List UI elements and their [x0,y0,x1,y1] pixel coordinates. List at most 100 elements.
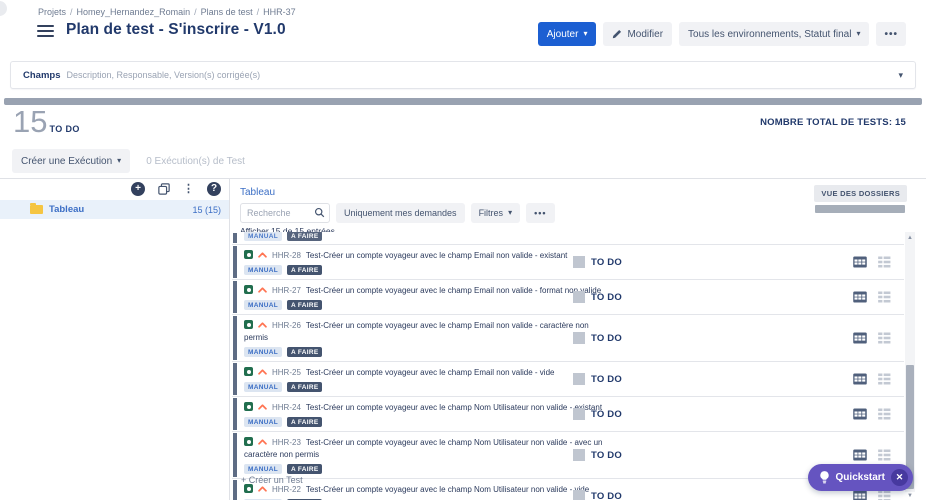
dataset-table-icon[interactable] [853,333,867,344]
list-view-icon[interactable] [878,374,891,385]
status-square-icon [573,256,585,268]
table-row-partial[interactable]: MANUALA FAIRE [232,232,904,245]
environments-filter-label: Tous les environnements, Statut final [688,29,851,40]
vertical-scrollbar[interactable]: ▲ ▼ [905,232,915,492]
row-text: HHR-22Test-Créer un compte voyageur avec… [244,484,609,496]
row-status: TO DO [573,408,622,420]
row-status-label: TO DO [591,450,622,461]
row-status-label: TO DO [591,374,622,385]
sidebar-item-tableau[interactable]: Tableau 15 (15) [0,200,229,219]
dataset-table-icon[interactable] [853,450,867,461]
environments-filter-button[interactable]: Tous les environnements, Statut final ▾ [679,22,869,46]
row-key: HHR-26 [272,321,301,330]
sidebar-more-button[interactable]: ⋮ [183,184,194,195]
priority-medium-icon [258,486,267,492]
breadcrumb-item[interactable]: Plans de test [201,7,253,17]
table-toolbar: Uniquement mes demandes Filtres ▾ ••• [240,203,555,223]
table-row[interactable]: HHR-25Test-Créer un compte voyageur avec… [232,362,904,397]
create-execution-button[interactable]: Créer une Exécution ▾ [12,149,130,173]
sidebar-toolbar: + ⋮ ? [131,182,221,196]
table-row[interactable]: HHR-23Test-Créer un compte voyageur avec… [232,432,904,479]
table-row[interactable]: HHR-28 Test-Créer un compte voyageur avec… [232,245,904,280]
breadcrumb-item[interactable]: Homey_Hernandez_Romain [77,7,191,17]
list-view-icon[interactable] [878,409,891,420]
row-badges: MANUALA FAIRE [244,300,784,310]
table-row[interactable]: HHR-27Test-Créer un compte voyageur avec… [232,280,904,315]
list-view-icon[interactable] [878,491,891,500]
executions-count: 0 Exécution(s) de Test [146,156,245,167]
chevron-down-icon: ▾ [117,157,121,165]
panel-title-link[interactable]: Tableau [240,187,275,198]
folder-label: Tableau [49,204,84,215]
question-icon: ? [207,182,221,196]
badge-manual: MANUAL [244,265,282,275]
menu-icon[interactable] [37,25,54,38]
row-key: HHR-25 [272,368,301,377]
row-key: HHR-23 [272,438,301,447]
chevron-down-icon: ▾ [583,30,587,38]
list-view-icon[interactable] [878,257,891,268]
row-title: Test-Créer un compte voyageur avec le ch… [306,251,567,260]
list-view-icon[interactable] [878,450,891,461]
breadcrumb-separator: / [257,7,260,17]
row-title: Test-Créer un compte voyageur avec le ch… [306,403,602,412]
table-row[interactable]: HHR-22Test-Créer un compte voyageur avec… [232,479,904,500]
todo-count-number: 15 [13,106,47,137]
badge-a-faire: A FAIRE [287,300,323,310]
dataset-table-icon[interactable] [853,491,867,500]
list-view-icon[interactable] [878,292,891,303]
badge-manual: MANUAL [244,382,282,392]
dataset-table-icon[interactable] [853,292,867,303]
badge-a-faire: A FAIRE [287,382,323,392]
dataset-table-icon[interactable] [853,409,867,420]
dataset-table-icon[interactable] [853,257,867,268]
dataset-table-icon[interactable] [853,374,867,385]
row-actions [853,333,891,344]
priority-medium-icon [258,322,267,328]
modifier-button[interactable]: Modifier [603,22,672,46]
row-badges: MANUALA FAIRE [244,265,784,275]
row-title: Test-Créer un compte voyageur avec le ch… [306,286,601,295]
quickstart-button[interactable]: Quickstart ✕ [808,464,913,491]
tests-panel: Tableau VUE DES DOSSIERS Uniquement mes … [231,179,926,500]
row-text: HHR-25Test-Créer un compte voyageur avec… [244,367,609,379]
status-square-icon [573,373,585,385]
filters-button[interactable]: Filtres ▾ [471,203,521,223]
champs-panel[interactable]: Champs Description, Responsable, Version… [10,61,916,89]
breadcrumb-item[interactable]: Projets [38,7,66,17]
add-folder-button[interactable]: + [131,182,145,196]
table-more-button[interactable]: ••• [526,203,554,223]
help-button[interactable]: ? [207,182,221,196]
quickstart-close-button[interactable]: ✕ [891,469,908,486]
badge-manual: MANUAL [244,232,282,241]
quickstart-label: Quickstart [836,472,885,483]
header-more-button[interactable]: ••• [876,22,906,46]
list-view-icon[interactable] [878,333,891,344]
todo-count-status: TO DO [49,124,79,134]
badge-a-faire: A FAIRE [287,464,323,474]
table-row[interactable]: HHR-24Test-Créer un compte voyageur avec… [232,397,904,432]
create-test-link[interactable]: + Créer un Test [241,475,303,485]
scroll-up-arrow-icon[interactable]: ▲ [905,234,915,242]
test-type-icon [244,402,253,411]
ajouter-button[interactable]: Ajouter ▾ [538,22,597,46]
copy-folders-button[interactable] [158,183,170,195]
row-status: TO DO [573,490,622,500]
scroll-down-arrow-icon[interactable]: ▼ [905,492,915,500]
row-badges: MANUAL A FAIRE [244,347,784,357]
my-requests-button[interactable]: Uniquement mes demandes [336,203,465,223]
row-status: TO DO [573,291,622,303]
header-actions: Ajouter ▾ Modifier Tous les environnemen… [538,22,906,46]
breadcrumb-item[interactable]: HHR-37 [263,7,296,17]
test-type-icon [244,285,253,294]
chevron-down-icon: ▾ [856,30,860,38]
search-icon [314,207,325,218]
row-badges: MANUALA FAIRE [244,232,784,241]
row-key: HHR-28 [272,251,301,260]
breadcrumb-separator: / [70,7,73,17]
badge-manual: MANUAL [244,347,282,357]
folders-view-button[interactable]: VUE DES DOSSIERS [814,185,907,202]
table-row[interactable]: HHR-26Test-Créer un compte voyageur avec… [232,315,904,362]
copy-icon [158,183,170,195]
badge-a-faire: A FAIRE [287,347,323,357]
